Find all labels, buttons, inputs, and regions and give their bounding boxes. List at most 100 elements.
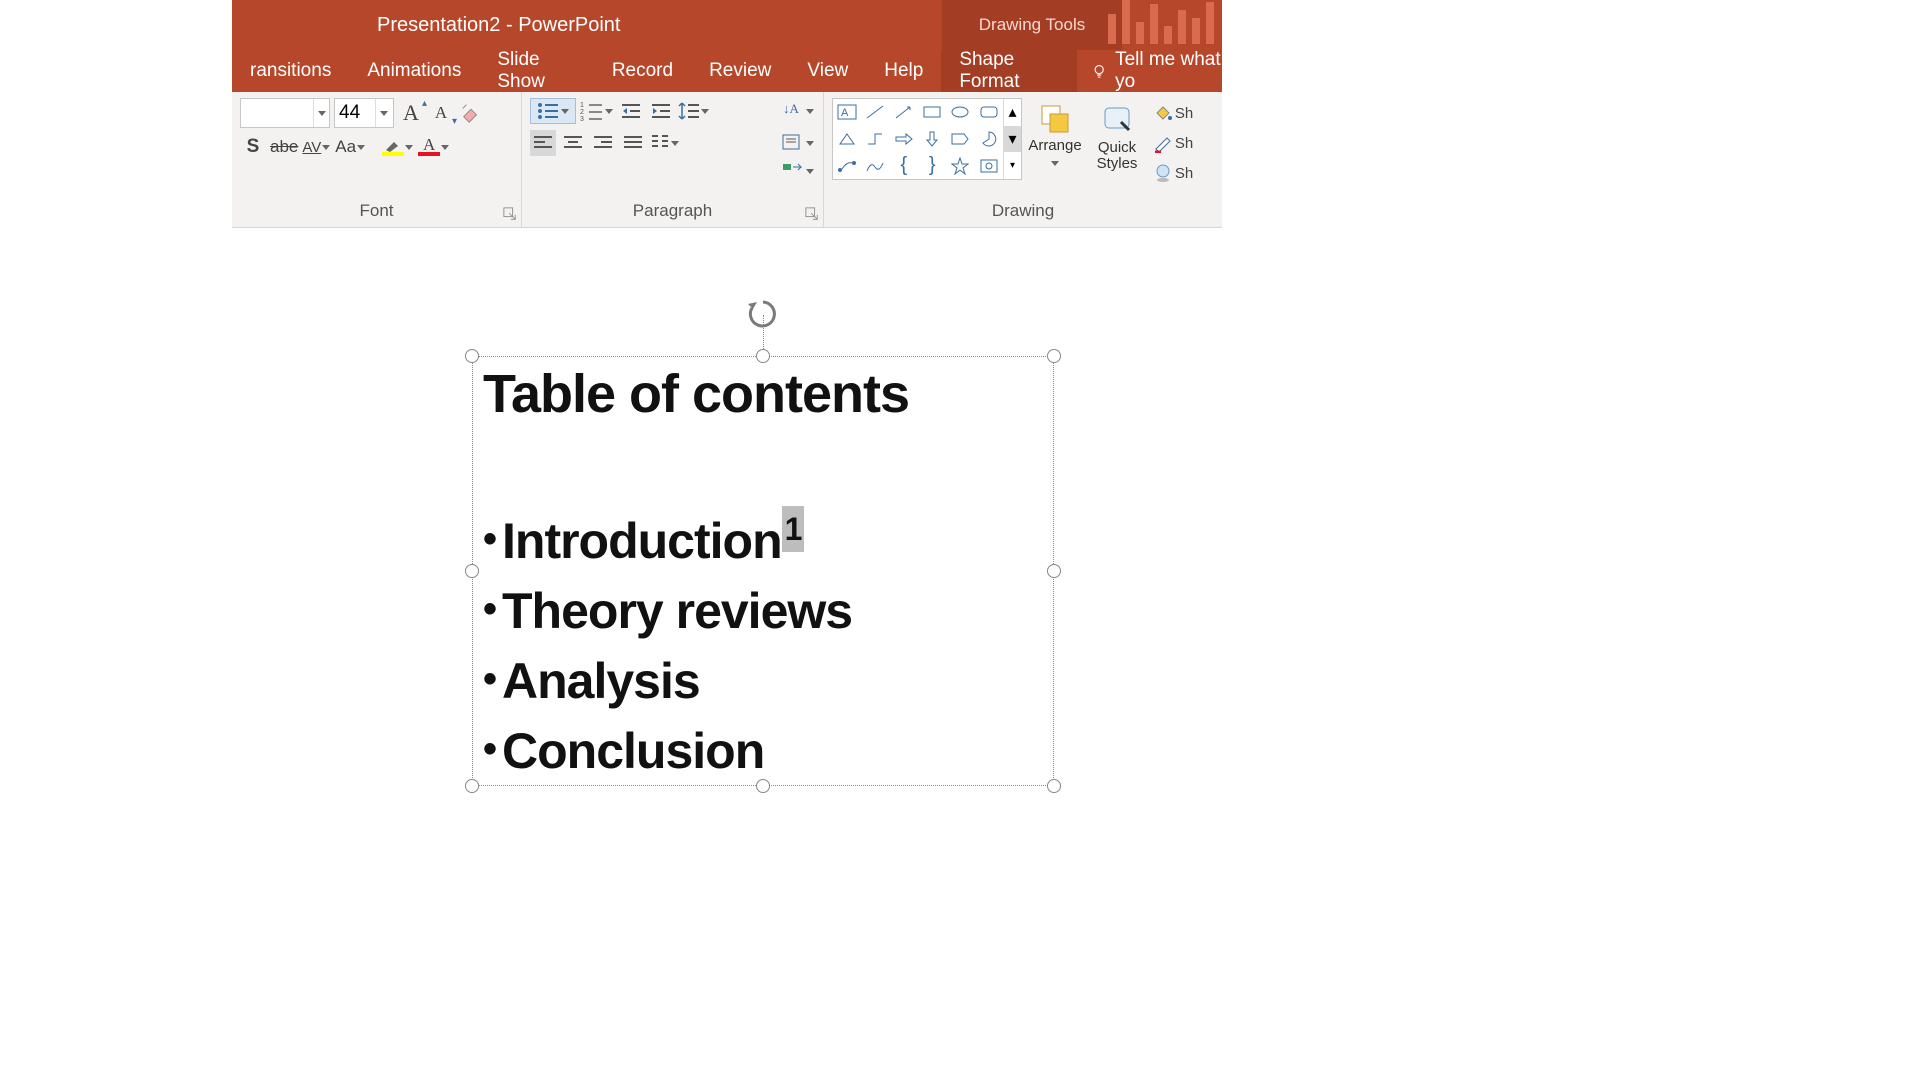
shape-rectangle-icon[interactable] xyxy=(918,99,946,126)
shape-star-icon[interactable] xyxy=(946,152,974,179)
increase-font-size-button[interactable]: A▴ xyxy=(398,100,424,126)
tab-view[interactable]: View xyxy=(789,50,866,92)
list-item[interactable]: •Analysis xyxy=(483,645,1043,715)
paragraph-dialog-launcher[interactable] xyxy=(805,207,819,221)
align-right-button[interactable] xyxy=(590,130,616,156)
line-spacing-button[interactable] xyxy=(678,98,710,124)
rotate-handle[interactable] xyxy=(746,297,780,331)
shapes-gallery[interactable]: A { } xyxy=(832,98,1022,180)
gallery-scroll-up[interactable]: ▴ xyxy=(1004,99,1021,126)
shape-block-arrow-icon[interactable] xyxy=(890,126,918,153)
align-center-button[interactable] xyxy=(560,130,586,156)
contextual-tab-drawing-tools[interactable]: Drawing Tools xyxy=(942,0,1122,50)
shape-effects-button[interactable]: Sh xyxy=(1150,160,1196,186)
shape-rounded-rect-icon[interactable] xyxy=(975,99,1003,126)
font-dialog-launcher[interactable] xyxy=(503,207,517,221)
tab-transitions[interactable]: ransitions xyxy=(232,50,349,92)
svg-text:A: A xyxy=(841,107,849,119)
shape-line-icon[interactable] xyxy=(861,99,889,126)
shape-outline-label: Sh xyxy=(1175,135,1193,152)
shape-triangle-icon[interactable] xyxy=(833,126,861,153)
bullet-icon: • xyxy=(483,727,496,771)
list-item-text[interactable]: Conclusion xyxy=(502,723,764,779)
resize-handle-top-left[interactable] xyxy=(465,349,479,363)
quick-styles-button[interactable]: Quick Styles xyxy=(1088,98,1146,172)
resize-handle-top-right[interactable] xyxy=(1047,349,1061,363)
font-size-combo[interactable] xyxy=(334,98,394,128)
shape-pie-icon[interactable] xyxy=(975,126,1003,153)
resize-handle-bottom-center[interactable] xyxy=(756,779,770,793)
numbering-button[interactable]: 123 xyxy=(580,98,614,124)
resize-handle-bottom-left[interactable] xyxy=(465,779,479,793)
svg-text:↓A: ↓A xyxy=(783,101,800,116)
highlight-color-button[interactable] xyxy=(382,134,414,160)
list-item-text[interactable]: Introduction xyxy=(502,513,782,569)
shapes-gallery-grid[interactable]: A { } xyxy=(833,99,1003,179)
text-direction-button[interactable]: ↓A xyxy=(781,98,815,124)
resize-handle-bottom-right[interactable] xyxy=(1047,779,1061,793)
font-size-dropdown[interactable] xyxy=(375,99,391,127)
decrease-font-size-button[interactable]: A▾ xyxy=(428,100,454,126)
tab-record[interactable]: Record xyxy=(594,50,691,92)
strikethrough-button[interactable]: abe xyxy=(270,134,298,160)
font-color-button[interactable]: A xyxy=(418,134,450,160)
align-left-icon xyxy=(533,135,553,151)
tab-animations[interactable]: Animations xyxy=(349,50,479,92)
resize-handle-mid-left[interactable] xyxy=(465,564,479,578)
shape-right-brace-icon[interactable]: } xyxy=(918,152,946,179)
titlebar-decoration xyxy=(1102,0,1222,50)
list-item[interactable]: •Conclusion xyxy=(483,715,1043,785)
tab-shape-format[interactable]: Shape Format xyxy=(941,50,1076,92)
arrange-button[interactable]: Arrange xyxy=(1026,98,1084,170)
shape-action-button-icon[interactable] xyxy=(975,152,1003,179)
slide-canvas[interactable]: Table of contents •Introduction1 •Theory… xyxy=(232,228,1222,848)
superscript-selection[interactable]: 1 xyxy=(782,506,805,552)
gallery-scroll-down[interactable]: ▾ xyxy=(1004,126,1021,153)
shapes-gallery-scroll[interactable]: ▴ ▾ ▾ xyxy=(1003,99,1021,179)
font-family-input[interactable] xyxy=(241,100,313,126)
font-size-input[interactable] xyxy=(335,100,375,126)
increase-indent-button[interactable] xyxy=(648,98,674,124)
shape-oval-icon[interactable] xyxy=(946,99,974,126)
columns-button[interactable] xyxy=(650,130,680,156)
shape-textbox-icon[interactable]: A xyxy=(833,99,861,126)
list-item[interactable]: •Theory reviews xyxy=(483,575,1043,645)
align-text-button[interactable] xyxy=(781,130,815,156)
smartart-convert-button[interactable] xyxy=(781,158,815,184)
align-justify-button[interactable] xyxy=(620,130,646,156)
list-item-text[interactable]: Analysis xyxy=(502,653,700,709)
gallery-expand[interactable]: ▾ xyxy=(1004,152,1021,179)
tab-slide-show[interactable]: Slide Show xyxy=(479,50,594,92)
resize-handle-mid-right[interactable] xyxy=(1047,564,1061,578)
textbox-list[interactable]: •Introduction1 •Theory reviews •Analysis… xyxy=(483,505,1043,785)
shape-curve-icon[interactable] xyxy=(861,152,889,179)
increase-indent-icon xyxy=(650,102,672,120)
text-box-selected[interactable]: Table of contents •Introduction1 •Theory… xyxy=(472,356,1054,786)
bullets-button[interactable] xyxy=(530,98,576,124)
list-item-text[interactable]: Theory reviews xyxy=(502,583,852,639)
character-spacing-button[interactable]: AV xyxy=(302,134,331,160)
shape-arrow-line-icon[interactable] xyxy=(890,99,918,126)
shape-pentagon-arrow-icon[interactable] xyxy=(946,126,974,153)
shape-outline-button[interactable]: Sh xyxy=(1150,130,1196,156)
shape-connector-icon[interactable] xyxy=(833,152,861,179)
shadow-button[interactable]: S xyxy=(240,134,266,160)
shape-left-brace-icon[interactable]: { xyxy=(890,152,918,179)
shape-fill-button[interactable]: Sh xyxy=(1150,100,1196,126)
change-case-button[interactable]: Aa xyxy=(335,134,366,160)
shape-elbow-connector-icon[interactable] xyxy=(861,126,889,153)
align-left-button[interactable] xyxy=(530,130,556,156)
list-item[interactable]: •Introduction1 xyxy=(483,505,1043,575)
resize-handle-top-center[interactable] xyxy=(756,349,770,363)
tell-me-box[interactable]: Tell me what yo xyxy=(1077,49,1222,93)
decrease-indent-button[interactable] xyxy=(618,98,644,124)
clear-formatting-button[interactable] xyxy=(458,100,484,126)
font-family-dropdown[interactable] xyxy=(313,99,329,127)
font-family-combo[interactable] xyxy=(240,98,330,128)
shape-effects-icon xyxy=(1153,163,1173,183)
numbering-icon: 123 xyxy=(580,101,604,121)
textbox-title[interactable]: Table of contents xyxy=(483,363,1043,425)
tab-review[interactable]: Review xyxy=(691,50,789,92)
shape-down-arrow-icon[interactable] xyxy=(918,126,946,153)
tab-help[interactable]: Help xyxy=(866,50,941,92)
